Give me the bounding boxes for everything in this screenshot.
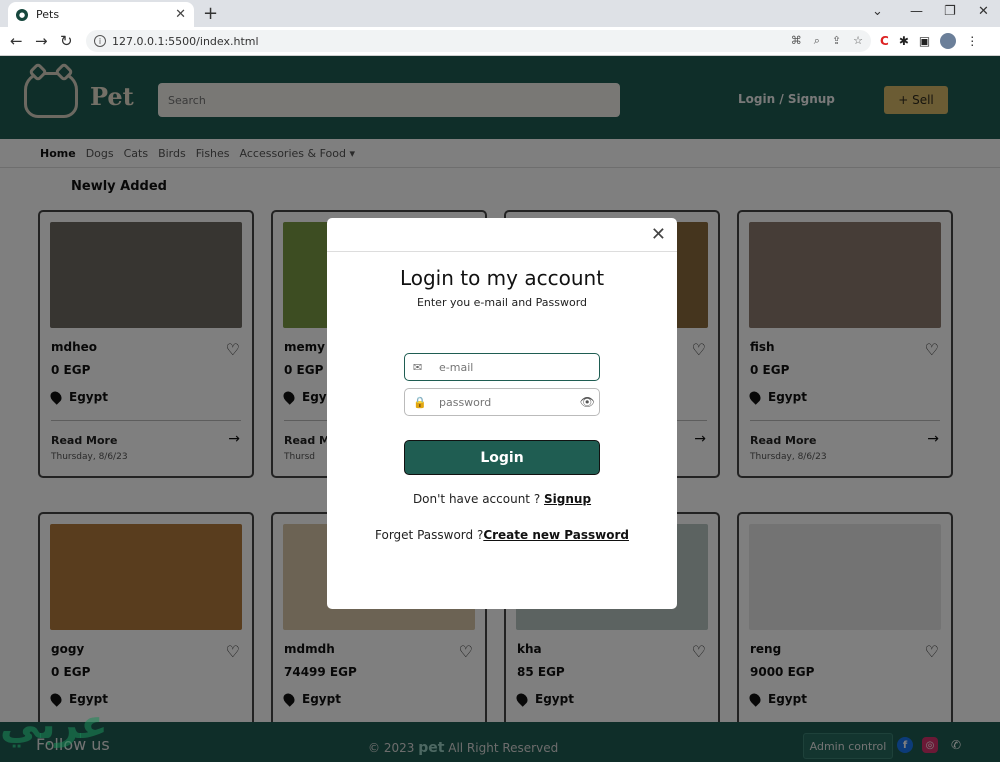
signup-link[interactable]: Signup	[544, 492, 591, 506]
tab-title: Pets	[36, 8, 60, 21]
modal-title: Login to my account	[399, 266, 605, 290]
url-field[interactable]: i 127.0.0.1:5500/index.html ⌘ ⌕ ⇪ ☆	[86, 30, 871, 52]
watermark-logo: عربي	[0, 702, 108, 748]
reload-icon[interactable]: ↻	[60, 32, 73, 50]
signup-prompt: Don't have account ? Signup	[412, 492, 592, 506]
profile-avatar[interactable]	[940, 33, 957, 49]
modal-close-icon[interactable]: ✕	[651, 224, 666, 245]
minimize-button[interactable]: —	[910, 4, 923, 19]
site-info-icon[interactable]: i	[94, 35, 106, 47]
new-tab-button[interactable]: +	[203, 3, 218, 24]
window-close-button[interactable]: ✕	[978, 4, 989, 19]
favicon-icon: ●	[16, 8, 28, 21]
login-button[interactable]: Login	[404, 440, 600, 475]
password-input[interactable]	[439, 395, 569, 409]
browser-tab-bar: ● Pets ✕ + ⌄ — ❐ ✕	[0, 0, 1000, 27]
extensions-puzzle-icon[interactable]: ✱	[899, 34, 909, 48]
modal-subtitle: Enter you e-mail and Password	[416, 296, 588, 309]
menu-dots-icon[interactable]: ⋮	[966, 34, 978, 48]
back-icon[interactable]: ←	[10, 32, 23, 50]
translate-icon[interactable]: ⌘	[791, 34, 802, 48]
forward-icon[interactable]: →	[35, 32, 48, 50]
zoom-icon[interactable]: ⌕	[814, 34, 820, 48]
envelope-icon: ✉	[413, 360, 423, 374]
email-input[interactable]	[439, 360, 569, 374]
lock-icon: 🔒	[413, 395, 427, 409]
password-field[interactable]: 🔒 👁	[404, 388, 600, 416]
browser-tab[interactable]: ● Pets ✕	[8, 2, 194, 27]
share-icon[interactable]: ⇪	[832, 34, 841, 48]
address-bar: ← → ↻ i 127.0.0.1:5500/index.html ⌘ ⌕ ⇪ …	[0, 27, 1000, 56]
url-text: 127.0.0.1:5500/index.html	[112, 34, 259, 48]
create-new-password-link[interactable]: Create new Password	[483, 528, 629, 542]
modal-header: ✕	[327, 218, 677, 252]
tab-search-icon[interactable]: ⌄	[872, 4, 883, 19]
login-modal: ✕ Login to my account Enter you e-mail a…	[327, 218, 677, 609]
tab-close-icon[interactable]: ✕	[175, 7, 186, 22]
side-panel-icon[interactable]: ▣	[919, 34, 930, 48]
extension-c-icon[interactable]: C	[880, 34, 889, 48]
email-field[interactable]: ✉	[404, 353, 600, 381]
bookmark-star-icon[interactable]: ☆	[853, 34, 863, 48]
show-password-eye-icon[interactable]: 👁	[580, 395, 595, 409]
forgot-password-prompt: Forget Password ?Create new Password	[375, 528, 629, 542]
maximize-button[interactable]: ❐	[944, 4, 956, 19]
